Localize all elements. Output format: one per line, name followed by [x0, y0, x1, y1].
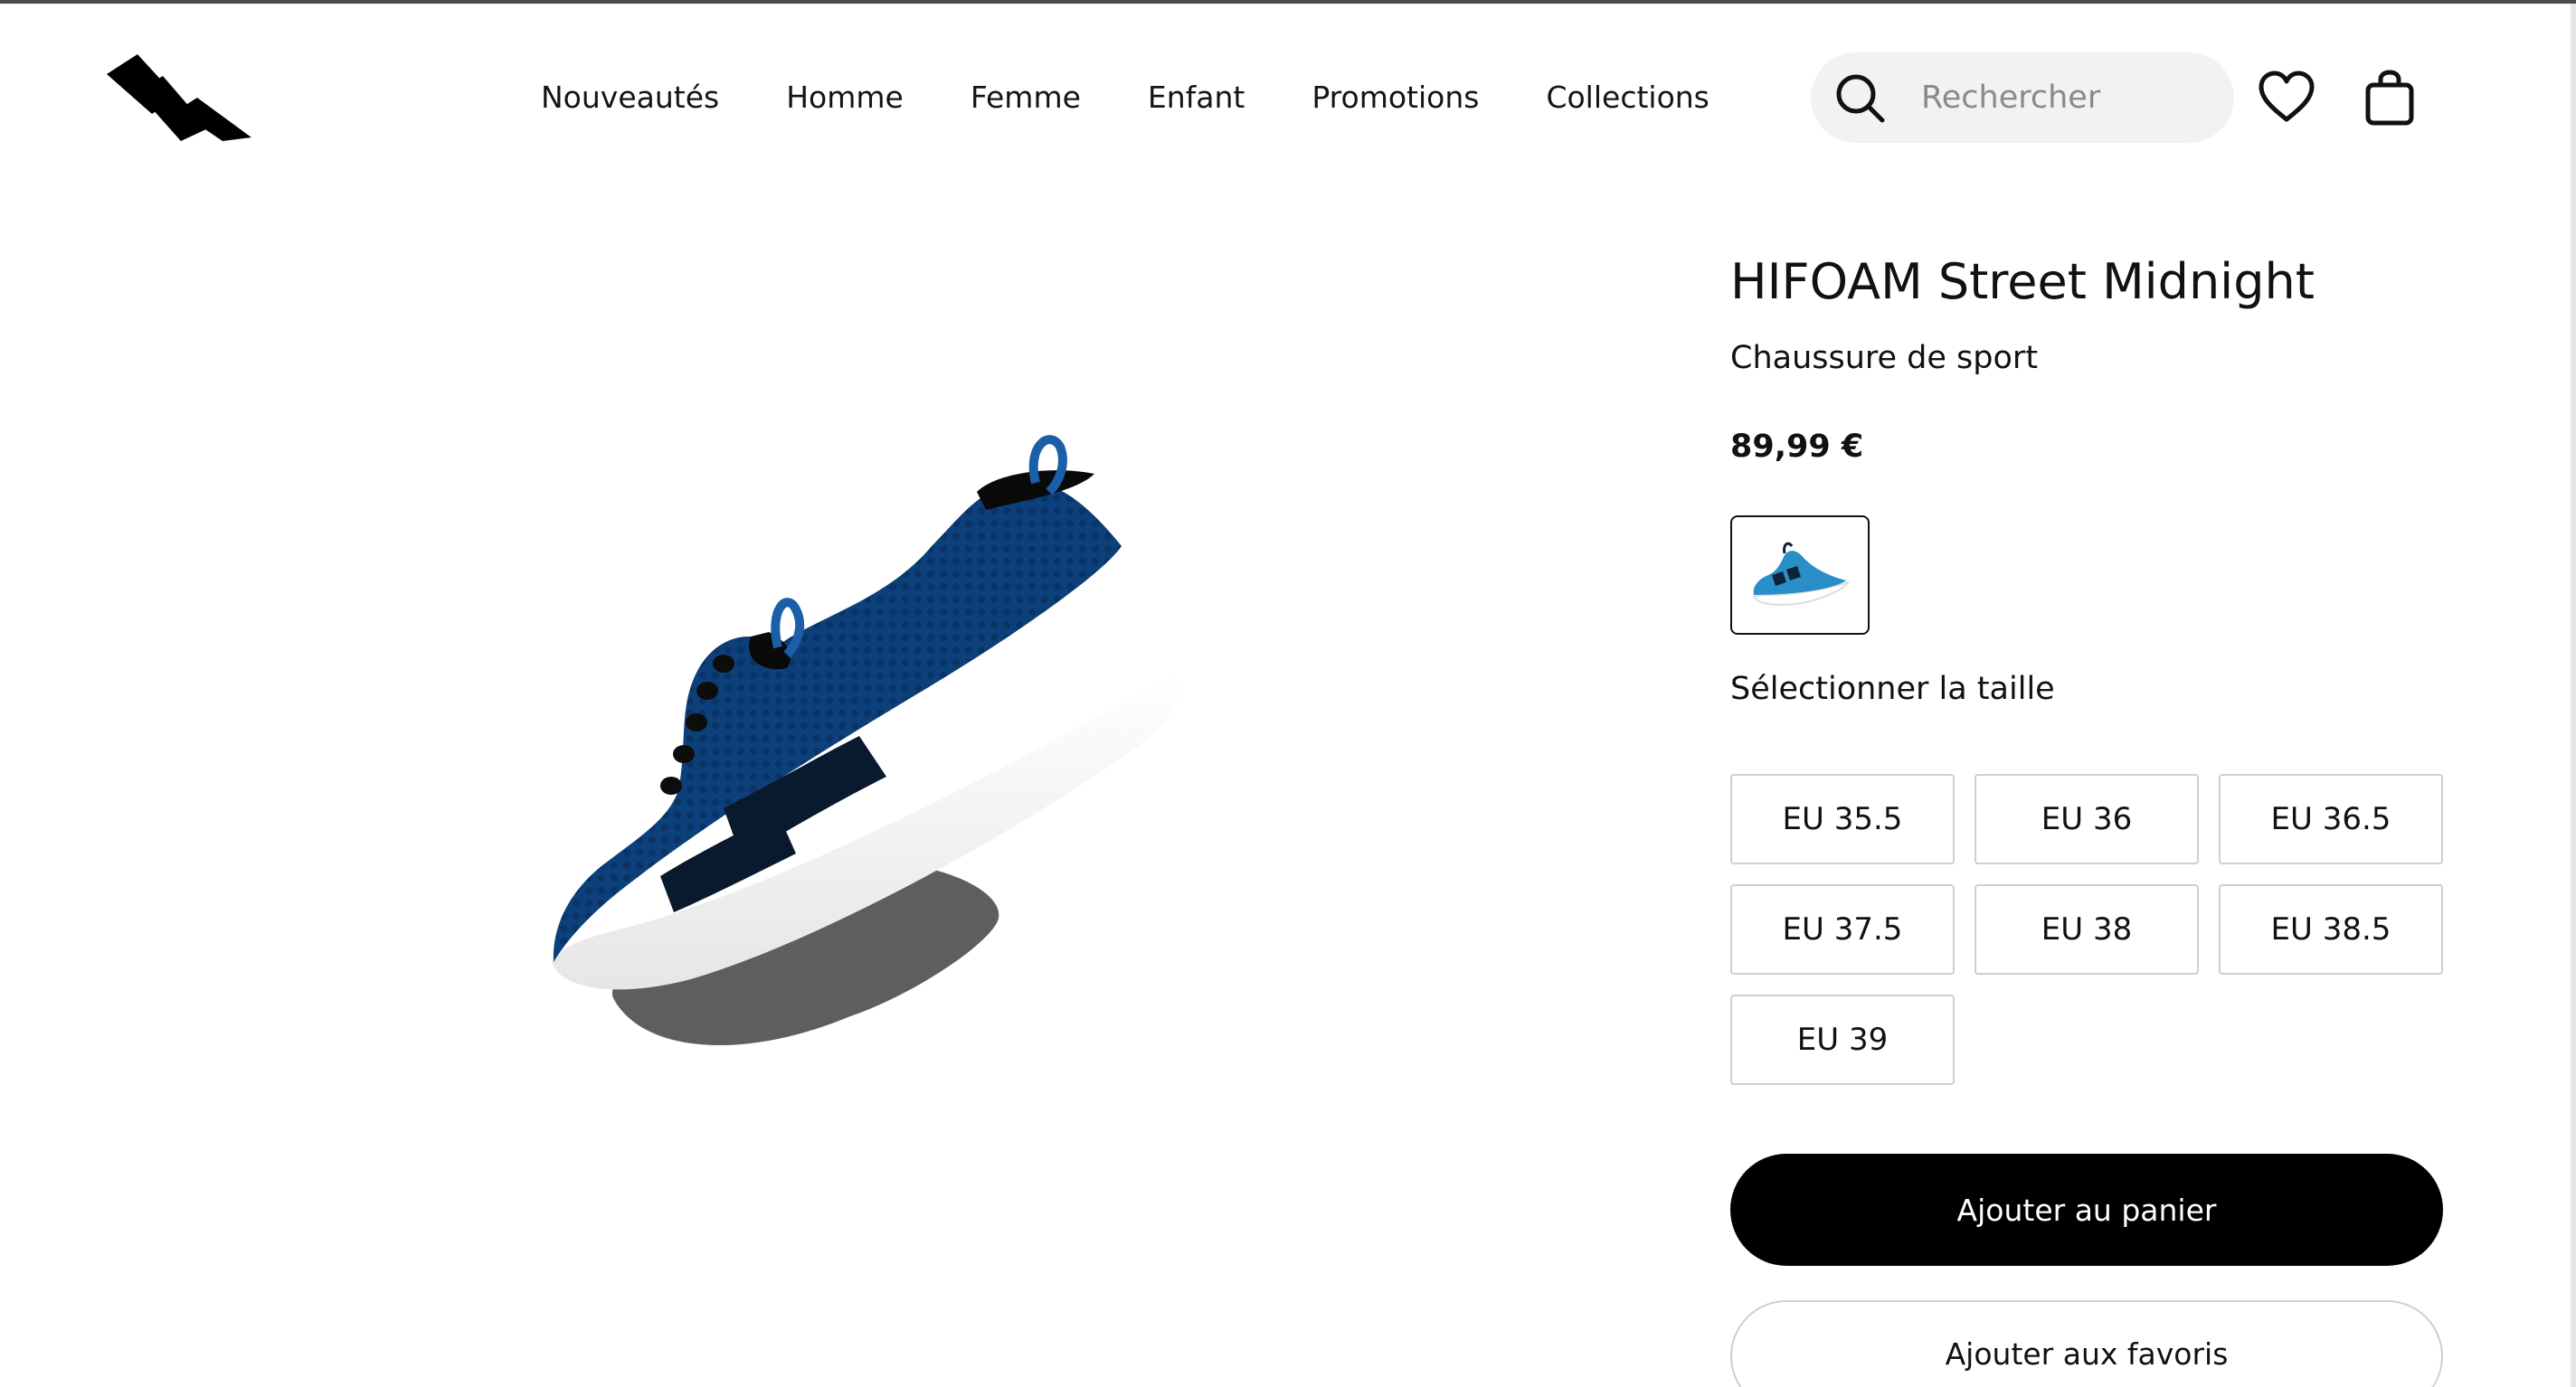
nav-item-enfant[interactable]: Enfant	[1148, 80, 1245, 115]
size-option[interactable]: EU 37.5	[1730, 884, 1955, 975]
nav-item-homme[interactable]: Homme	[786, 80, 904, 115]
search-input[interactable]	[1919, 79, 2212, 117]
size-option[interactable]: EU 36.5	[2219, 774, 2443, 864]
color-variant-swatch[interactable]	[1730, 515, 1870, 635]
nav-item-nouveautes[interactable]: Nouveautés	[541, 80, 719, 115]
add-to-cart-button[interactable]: Ajouter au panier	[1730, 1154, 2443, 1266]
nav-item-collections[interactable]: Collections	[1546, 80, 1709, 115]
main-nav: Nouveautés Homme Femme Enfant Promotions…	[541, 72, 1709, 121]
product-image	[552, 435, 1180, 1046]
nav-item-femme[interactable]: Femme	[971, 80, 1081, 115]
add-to-favorites-button[interactable]: Ajouter aux favoris	[1730, 1300, 2443, 1387]
size-option[interactable]: EU 38.5	[2219, 884, 2443, 975]
page-scrollbar[interactable]	[2571, 4, 2576, 1387]
product-price: 89,99 €	[1730, 429, 1864, 465]
product-subtitle: Chaussure de sport	[1730, 340, 2039, 376]
size-option[interactable]: EU 36	[1975, 774, 2199, 864]
size-selector-label: Sélectionner la taille	[1730, 671, 2055, 707]
sneaker-thumbnail-icon	[1752, 542, 1850, 606]
page-viewport: Nouveautés Homme Femme Enfant Promotions…	[0, 4, 2576, 1387]
size-option[interactable]: EU 38	[1975, 884, 2199, 975]
search-bar[interactable]	[1811, 52, 2234, 143]
size-option[interactable]: EU 39	[1730, 995, 1955, 1085]
product-title: HIFOAM Street Midnight	[1730, 253, 2315, 310]
product-page: Nouveautés Homme Femme Enfant Promotions…	[0, 0, 2576, 1387]
nav-item-promotions[interactable]: Promotions	[1312, 80, 1479, 115]
search-icon[interactable]	[1833, 71, 1887, 125]
brand-logo-icon[interactable]	[107, 54, 251, 141]
size-grid: EU 35.5 EU 36 EU 36.5 EU 37.5 EU 38 EU 3…	[1730, 774, 2445, 1085]
shopping-bag-icon[interactable]	[2361, 69, 2419, 127]
size-option[interactable]: EU 35.5	[1730, 774, 1955, 864]
heart-icon[interactable]	[2258, 69, 2316, 127]
